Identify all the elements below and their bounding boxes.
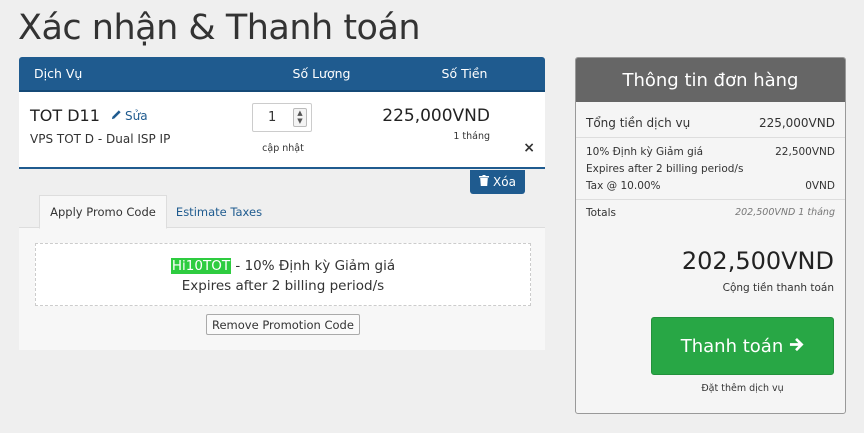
- cart-table: Dịch Vụ Số Lượng Số Tiền TOT D11 Sửa VPS…: [19, 57, 545, 194]
- quantity-input[interactable]: 1 ▲ ▼: [252, 103, 312, 132]
- grand-total: 202,500VND: [681, 247, 834, 275]
- grand-total-caption: Cộng tiền thanh toán: [722, 282, 834, 294]
- totals-label: Totals: [586, 207, 616, 219]
- cart-header-row: Dịch Vụ Số Lượng Số Tiền: [19, 57, 545, 92]
- subtotal-value: 225,000VND: [758, 116, 835, 130]
- discount-expires-text: Expires after 2 billing period/s: [586, 163, 744, 175]
- tax-label: Tax @ 10.00%: [586, 180, 661, 192]
- page-title: Xác nhận & Thanh toán: [18, 8, 421, 48]
- tab-estimate-taxes[interactable]: Estimate Taxes: [169, 195, 269, 229]
- checkout-label: Thanh toán: [680, 335, 784, 357]
- promo-applied-box: Hi10TOT - 10% Định kỳ Giảm giá Expires a…: [35, 243, 531, 306]
- header-price: Số Tiền: [441, 66, 488, 81]
- summary-subtotal-row: Tổng tiền dịch vụ 225,000VND: [586, 116, 835, 130]
- product-description: VPS TOT D - Dual ISP IP: [30, 132, 171, 146]
- continue-shopping-link[interactable]: Đặt thêm dịch vụ: [651, 383, 834, 394]
- summary-discount-row: 10% Định kỳ Giảm giá 22,500VND: [586, 146, 835, 158]
- delete-label: Xóa: [493, 175, 516, 189]
- summary-totals-row: Totals 202,500VND 1 tháng: [586, 207, 835, 219]
- product-name: TOT D11: [30, 106, 100, 125]
- totals-value: 202,500VND 1 tháng: [735, 207, 835, 218]
- update-quantity-link[interactable]: cập nhật: [253, 143, 313, 154]
- header-service: Dịch Vụ: [34, 66, 83, 81]
- promo-tabs: Apply Promo Code Estimate Taxes: [19, 195, 545, 229]
- remove-promotion-button[interactable]: Remove Promotion Code: [206, 314, 360, 335]
- arrow-right-icon: [789, 336, 804, 357]
- promo-code: Hi10TOT: [170, 258, 232, 274]
- subtotal-label: Tổng tiền dịch vụ: [586, 116, 691, 130]
- item-billing-cycle: 1 tháng: [453, 131, 490, 142]
- checkout-button[interactable]: Thanh toán: [651, 317, 834, 375]
- edit-link[interactable]: Sửa: [111, 109, 148, 123]
- summary-discount-expires: Expires after 2 billing period/s: [586, 163, 835, 175]
- order-summary: Thông tin đơn hàng Tổng tiền dịch vụ 225…: [575, 57, 846, 414]
- edit-label: Sửa: [125, 109, 148, 123]
- promo-description: - 10% Định kỳ Giảm giá: [231, 258, 396, 274]
- quantity-stepper[interactable]: ▲ ▼: [293, 108, 307, 127]
- summary-divider: [576, 199, 845, 200]
- discount-value: 22,500VND: [775, 146, 835, 158]
- summary-title: Thông tin đơn hàng: [576, 58, 845, 102]
- delete-button[interactable]: Xóa: [470, 170, 525, 194]
- quantity-value: 1: [268, 110, 277, 125]
- promo-expires: Expires after 2 billing period/s: [181, 278, 385, 294]
- tax-value: 0VND: [805, 180, 835, 192]
- remove-item-icon[interactable]: ×: [523, 140, 535, 156]
- tab-apply-promo-code[interactable]: Apply Promo Code: [39, 195, 167, 229]
- item-price: 225,000VND: [382, 106, 490, 126]
- header-quantity: Số Lượng: [292, 66, 351, 81]
- trash-icon: [479, 175, 490, 189]
- summary-tax-row: Tax @ 10.00% 0VND: [586, 180, 835, 192]
- discount-label: 10% Định kỳ Giảm giá: [586, 146, 704, 158]
- promo-line: Hi10TOT - 10% Định kỳ Giảm giá: [36, 256, 530, 276]
- promo-panel: Apply Promo Code Estimate Taxes Hi10TOT …: [19, 195, 545, 350]
- summary-divider: [576, 137, 845, 138]
- pencil-icon: [111, 109, 122, 123]
